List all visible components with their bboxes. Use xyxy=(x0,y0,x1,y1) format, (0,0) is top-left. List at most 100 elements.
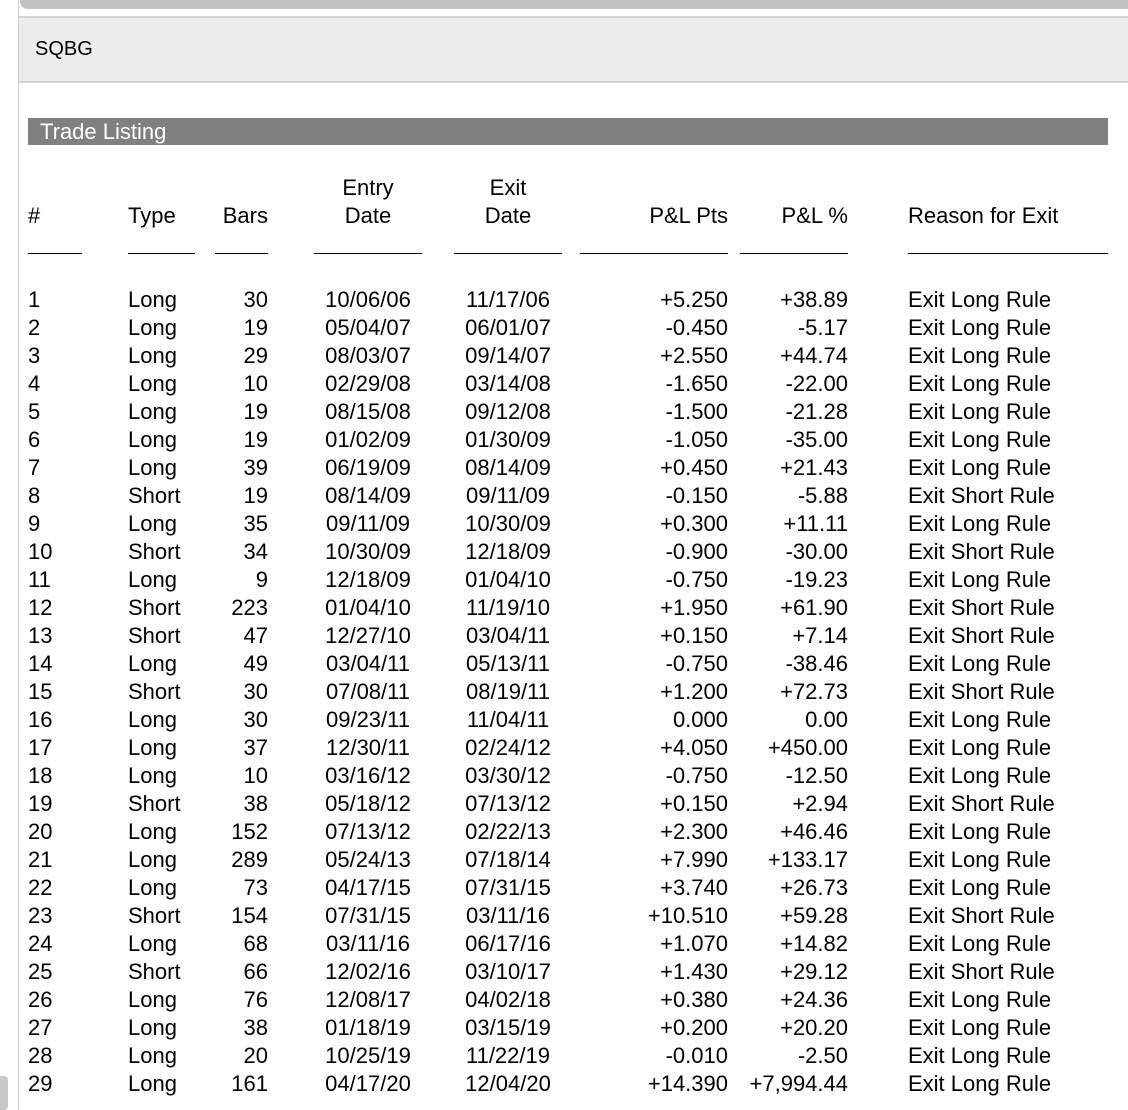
trade-entry-date: 12/27/10 xyxy=(325,623,411,648)
trade-pl-pts: +0.200 xyxy=(660,1015,728,1040)
trade-exit-date: 02/22/13 xyxy=(465,819,551,844)
trade-pl-pts: -0.750 xyxy=(665,763,728,788)
trade-entry-date: 04/17/20 xyxy=(325,1071,411,1096)
trade-pl-pts: +0.150 xyxy=(660,791,728,816)
trade-pl-pts: -0.750 xyxy=(665,651,728,676)
trade-num: 23 xyxy=(28,903,53,928)
trade-type: Long xyxy=(128,819,177,844)
trade-reason: Exit Long Rule xyxy=(908,847,1052,872)
trade-num: 21 xyxy=(28,847,53,872)
trade-num: 29 xyxy=(28,1071,53,1096)
trade-pl-pct: -5.17 xyxy=(797,315,848,340)
trade-bars: 30 xyxy=(243,707,268,732)
trade-entry-date: 10/30/09 xyxy=(325,539,411,564)
trade-reason: Exit Long Rule xyxy=(908,427,1052,452)
trade-exit-date: 09/12/08 xyxy=(465,399,551,424)
header-underline xyxy=(215,253,268,254)
trade-entry-date: 03/11/16 xyxy=(325,931,410,956)
trade-entry-date: 01/18/19 xyxy=(325,1015,411,1040)
trade-entry-date: 06/19/09 xyxy=(325,455,411,480)
trade-pl-pct: +14.82 xyxy=(780,931,848,956)
trade-pl-pts: +10.510 xyxy=(647,903,728,928)
trade-num: 6 xyxy=(28,427,41,452)
trade-pl-pct: +38.89 xyxy=(780,287,848,312)
trade-entry-date: 12/30/11 xyxy=(325,735,410,760)
trade-bars: 10 xyxy=(243,763,268,788)
trade-entry-date: 09/11/09 xyxy=(325,511,410,536)
header-underline xyxy=(580,253,728,254)
trade-pl-pct: -12.50 xyxy=(785,763,848,788)
trade-exit-date: 11/19/10 xyxy=(465,595,550,620)
trade-type: Short xyxy=(128,539,181,564)
trade-bars: 38 xyxy=(243,791,268,816)
trade-pl-pct: +133.17 xyxy=(767,847,848,872)
trade-type: Long xyxy=(128,567,177,592)
trade-pl-pts: -1.050 xyxy=(665,427,728,452)
trade-exit-date: 07/18/14 xyxy=(465,847,551,872)
trade-exit-date: 12/18/09 xyxy=(465,539,551,564)
trade-entry-date: 10/06/06 xyxy=(325,287,411,312)
trade-pl-pct: 0.00 xyxy=(805,707,848,732)
trade-reason: Exit Short Rule xyxy=(908,679,1055,704)
trade-num: 25 xyxy=(28,959,53,984)
trade-reason: Exit Long Rule xyxy=(908,931,1052,956)
trade-bars: 30 xyxy=(243,287,268,312)
trade-reason: Exit Long Rule xyxy=(908,735,1052,760)
trade-exit-date: 01/04/10 xyxy=(465,567,551,592)
trade-type: Short xyxy=(128,791,181,816)
trade-reason: Exit Long Rule xyxy=(908,371,1052,396)
trade-entry-date: 05/18/12 xyxy=(325,791,411,816)
trade-type: Long xyxy=(128,987,177,1012)
trade-bars: 19 xyxy=(243,315,268,340)
trade-type: Long xyxy=(128,875,177,900)
trade-entry-date: 03/16/12 xyxy=(325,763,411,788)
trade-bars: 30 xyxy=(243,679,268,704)
symbol-label: SQBG xyxy=(35,38,93,60)
scrollbar-thumb[interactable] xyxy=(0,1076,8,1110)
trade-entry-date: 04/17/15 xyxy=(325,875,411,900)
trade-reason: Exit Long Rule xyxy=(908,511,1052,536)
trade-type: Long xyxy=(128,287,177,312)
trade-num: 20 xyxy=(28,819,53,844)
trade-exit-date: 04/02/18 xyxy=(465,987,551,1012)
trade-num: 24 xyxy=(28,931,53,956)
trade-type: Long xyxy=(128,847,177,872)
trade-num: 8 xyxy=(28,483,41,508)
trade-bars: 39 xyxy=(243,455,268,480)
trade-exit-date: 08/19/11 xyxy=(465,679,550,704)
trade-pl-pts: -0.900 xyxy=(665,539,728,564)
trade-type: Long xyxy=(128,1071,177,1096)
trade-entry-date: 10/25/19 xyxy=(325,1043,411,1068)
trade-reason: Exit Short Rule xyxy=(908,903,1055,928)
trade-pl-pct: +7,994.44 xyxy=(749,1071,848,1096)
trade-entry-date: 03/04/11 xyxy=(325,651,410,676)
trade-pl-pct: +72.73 xyxy=(780,679,848,704)
trade-reason: Exit Short Rule xyxy=(908,791,1055,816)
trade-bars: 223 xyxy=(231,595,268,620)
trade-pl-pct: +21.43 xyxy=(780,455,848,480)
trade-entry-date: 05/04/07 xyxy=(325,315,411,340)
trade-pl-pct: +44.74 xyxy=(780,343,848,368)
trade-reason: Exit Long Rule xyxy=(908,819,1052,844)
trade-entry-date: 12/08/17 xyxy=(325,987,411,1012)
trade-bars: 289 xyxy=(231,847,268,872)
trade-reason: Exit Long Rule xyxy=(908,315,1052,340)
trade-reason: Exit Short Rule xyxy=(908,483,1055,508)
trade-num: 28 xyxy=(28,1043,53,1068)
trade-num: 13 xyxy=(28,623,53,648)
trade-bars: 29 xyxy=(243,343,268,368)
trade-num: 10 xyxy=(28,539,53,564)
trade-num: 14 xyxy=(28,651,53,676)
trade-pl-pts: -1.650 xyxy=(665,371,728,396)
trade-type: Short xyxy=(128,483,181,508)
trade-num: 22 xyxy=(28,875,53,900)
trade-type: Long xyxy=(128,1043,177,1068)
trade-pl-pct: +11.11 xyxy=(783,511,848,536)
trade-entry-date: 12/02/16 xyxy=(325,959,411,984)
trade-exit-date: 09/11/09 xyxy=(465,483,550,508)
trade-bars: 20 xyxy=(243,1043,268,1068)
trade-exit-date: 03/04/11 xyxy=(465,623,550,648)
trade-pl-pts: +1.200 xyxy=(660,679,728,704)
trade-entry-date: 08/03/07 xyxy=(325,343,411,368)
trade-bars: 38 xyxy=(243,1015,268,1040)
